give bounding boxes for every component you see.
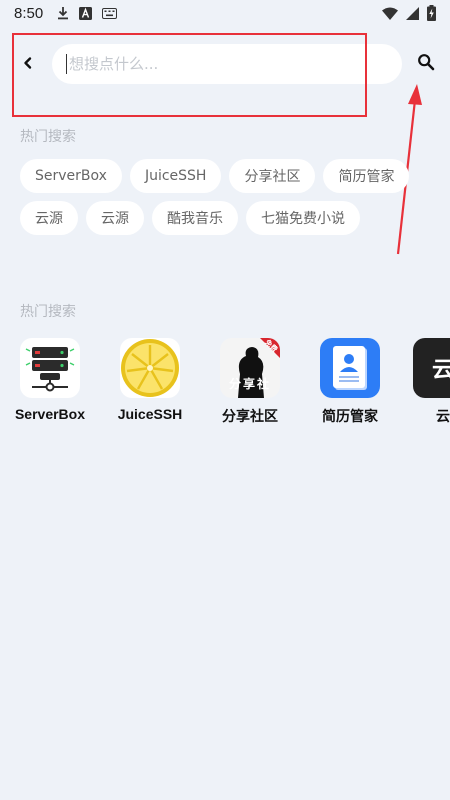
tag-cloud-source[interactable]: 云源 [20, 201, 78, 235]
tag-juicessh[interactable]: JuiceSSH [129, 159, 222, 193]
icon-caption: 云 [431, 358, 450, 383]
tag-serverbox[interactable]: ServerBox [20, 159, 122, 193]
serverbox-icon [20, 338, 80, 398]
hot-apps-title: 热门搜索 [20, 304, 76, 320]
tag-cloud-source-2[interactable]: 云源 [86, 201, 144, 235]
search-button[interactable] [414, 52, 438, 76]
lemon-icon [120, 338, 180, 398]
app-resume-manager[interactable]: 简历管家 [300, 338, 400, 426]
keyboard-icon [102, 7, 118, 19]
status-time: 8:50 [14, 4, 44, 22]
wifi-icon [382, 7, 398, 20]
signal-icon [406, 6, 419, 20]
search-icon [417, 53, 435, 75]
battery-charging-icon [427, 5, 436, 21]
tag-kuwo-music[interactable]: 酷我音乐 [152, 201, 238, 235]
share-community-icon: 免费 分享社 [220, 338, 280, 398]
app-name: ServerBox [14, 406, 86, 422]
app-juicessh[interactable]: JuiceSSH [100, 338, 200, 422]
hot-search-title: 热门搜索 [20, 129, 76, 145]
text-cursor [66, 54, 67, 74]
app-name: 分享社区 [222, 408, 278, 424]
icon-caption: 分享社 [228, 377, 271, 391]
app-name: 云 [436, 408, 450, 424]
search-box[interactable] [52, 44, 402, 84]
search-input[interactable] [69, 55, 369, 73]
back-button[interactable] [16, 52, 40, 76]
status-bar: 8:50 [0, 0, 450, 26]
cloud-source-icon: 云 [413, 338, 450, 398]
tag-row: ServerBox JuiceSSH 分享社区 简历管家 [20, 159, 440, 193]
hot-apps-row: ServerBox JuiceSSH 免费 分享社 分享社区 简历管家 云 云 [0, 338, 450, 438]
tag-share-community[interactable]: 分享社区 [229, 159, 316, 193]
app-serverbox[interactable]: ServerBox [0, 338, 100, 422]
resume-icon [320, 338, 380, 398]
download-icon [57, 6, 69, 20]
tag-row: 云源 云源 酷我音乐 七猫免费小说 [20, 201, 440, 235]
app-cloud-source[interactable]: 云 云 [393, 338, 450, 426]
tag-qimao-novel[interactable]: 七猫免费小说 [246, 201, 360, 235]
app-share-community[interactable]: 免费 分享社 分享社区 [200, 338, 300, 426]
app-name: 简历管家 [322, 408, 378, 424]
hot-search-tags: ServerBox JuiceSSH 分享社区 简历管家 云源 云源 酷我音乐 … [20, 159, 440, 243]
chevron-left-icon [22, 55, 34, 74]
tag-resume-manager[interactable]: 简历管家 [323, 159, 410, 193]
app-name: JuiceSSH [117, 406, 183, 422]
font-a-icon [79, 6, 93, 20]
